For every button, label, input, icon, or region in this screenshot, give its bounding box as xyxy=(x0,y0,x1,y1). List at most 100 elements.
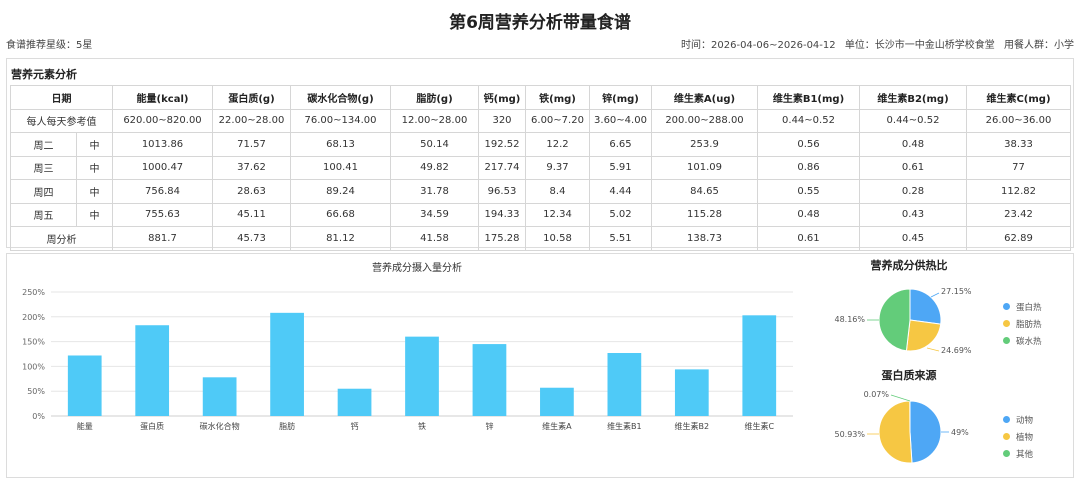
legend-label: 动物 xyxy=(1016,415,1034,426)
table-cell: 28.63 xyxy=(212,179,291,204)
table-row: 周四中 756.84 28.63 89.24 31.78 96.53 8.4 4.44 84.6… xyxy=(10,179,1071,204)
table-cell: 217.74 xyxy=(478,155,526,180)
meal-label: 中 xyxy=(76,202,113,227)
table-cell: 200.00~288.00 xyxy=(651,108,758,133)
table-cell: 89.24 xyxy=(290,179,391,204)
bar xyxy=(135,325,170,416)
y-tick-label: 150% xyxy=(22,338,45,347)
legend-item[interactable]: 蛋白热 xyxy=(1003,298,1042,315)
pie-value-label: 49% xyxy=(951,428,969,437)
table-cell: 0.48 xyxy=(859,132,967,157)
y-tick-label: 50% xyxy=(27,387,45,396)
table-cell: 96.53 xyxy=(478,179,526,204)
table-cell: 881.7 xyxy=(112,226,213,251)
bar xyxy=(270,312,304,416)
x-tick-label: 钙 xyxy=(351,421,359,431)
column-header: 维生素C(mg) xyxy=(966,85,1071,110)
table-cell: 50.14 xyxy=(390,132,479,157)
table-cell: 5.02 xyxy=(589,202,652,227)
legend-dot-icon xyxy=(1003,320,1010,327)
pie-legend-protein: 动物植物其他 xyxy=(1003,411,1033,462)
table-cell: 0.55 xyxy=(757,179,860,204)
bar xyxy=(540,387,574,416)
legend-item[interactable]: 脂肪热 xyxy=(1003,315,1042,332)
pie-value-label: 50.93% xyxy=(834,430,865,439)
bar xyxy=(405,336,439,416)
table-cell: 101.09 xyxy=(651,155,758,180)
legend-item[interactable]: 植物 xyxy=(1003,428,1033,445)
column-header: 维生素B2(mg) xyxy=(859,85,967,110)
table-cell: 81.12 xyxy=(290,226,391,251)
table-cell: 9.37 xyxy=(525,155,590,180)
table-cell: 5.91 xyxy=(589,155,652,180)
table-cell: 194.33 xyxy=(478,202,526,227)
table-cell: 0.43 xyxy=(859,202,967,227)
table-cell: 12.34 xyxy=(525,202,590,227)
table-cell: 12.2 xyxy=(525,132,590,157)
table-cell: 6.65 xyxy=(589,132,652,157)
table-cell: 45.11 xyxy=(212,202,291,227)
table-cell: 49.82 xyxy=(390,155,479,180)
table-cell: 138.73 xyxy=(651,226,758,251)
bar-chart: 0% 50% 100% 150% 200% 250% 能量 蛋白质 碳水化合物 脂肪 钙 铁 锌 维生素A… xyxy=(22,288,793,431)
row-label: 每人每天参考值 xyxy=(10,108,113,133)
row-label: 周分析 xyxy=(10,226,113,251)
pie-label-leader xyxy=(926,347,940,352)
table-cell: 62.89 xyxy=(966,226,1071,251)
bar xyxy=(202,377,237,416)
table-cell: 253.9 xyxy=(651,132,758,157)
table-cell: 84.65 xyxy=(651,179,758,204)
table-cell: 6.00~7.20 xyxy=(525,108,590,133)
table-cell: 26.00~36.00 xyxy=(966,108,1071,133)
row-label: 周三 xyxy=(10,155,77,180)
table-cell: 4.44 xyxy=(589,179,652,204)
table-cell: 12.00~28.00 xyxy=(390,108,479,133)
y-tick-label: 0% xyxy=(32,412,45,421)
table-cell: 755.63 xyxy=(112,202,213,227)
row-label: 周四 xyxy=(10,179,77,204)
table-cell: 112.82 xyxy=(966,179,1071,204)
pie-value-label: 27.15% xyxy=(941,287,972,296)
table-header-row: 日期 能量(kcal) 蛋白质(g) 碳水化合物(g) 脂肪(g) 钙(mg) 铁(mg) 锌… xyxy=(10,85,1071,110)
x-tick-label: 碳水化合物 xyxy=(200,421,240,431)
column-header: 锌(mg) xyxy=(589,85,652,110)
legend-dot-icon xyxy=(1003,450,1010,457)
bar xyxy=(337,388,372,416)
recipe-rating: 食谱推荐星级：5星 xyxy=(6,40,93,51)
legend-label: 蛋白热 xyxy=(1016,302,1042,313)
meta-unit: 单位：长沙市一中金山桥学校食堂 xyxy=(844,40,995,51)
table-cell: 175.28 xyxy=(478,226,526,251)
legend-dot-icon xyxy=(1003,433,1010,440)
table-cell: 115.28 xyxy=(651,202,758,227)
column-header: 碳水化合物(g) xyxy=(290,85,391,110)
legend-label: 其他 xyxy=(1016,449,1034,460)
x-tick-label: 维生素B1 xyxy=(607,421,642,431)
y-tick-label: 250% xyxy=(22,288,45,297)
legend-item[interactable]: 其他 xyxy=(1003,445,1033,462)
legend-item[interactable]: 碳水热 xyxy=(1003,332,1042,349)
legend-dot-icon xyxy=(1003,416,1010,423)
meal-label: 中 xyxy=(76,179,113,204)
legend-dot-icon xyxy=(1003,303,1010,310)
y-tick-label: 200% xyxy=(22,313,45,322)
table-cell: 1000.47 xyxy=(112,155,213,180)
pie-slice xyxy=(909,288,942,325)
column-header: 能量(kcal) xyxy=(112,85,213,110)
legend-item[interactable]: 动物 xyxy=(1003,411,1033,428)
table-cell: 41.58 xyxy=(390,226,479,251)
x-tick-label: 脂肪 xyxy=(279,421,295,431)
x-tick-label: 维生素A xyxy=(542,421,572,431)
table-cell: 0.28 xyxy=(859,179,967,204)
table-cell: 0.48 xyxy=(757,202,860,227)
table-cell: 31.78 xyxy=(390,179,479,204)
table-cell: 0.44~0.52 xyxy=(859,108,967,133)
x-tick-label: 蛋白质 xyxy=(140,421,164,431)
pie-chart-title-heat: 营养成分供热比 xyxy=(870,259,948,272)
table-cell: 3.60~4.00 xyxy=(589,108,652,133)
reference-row: 每人每天参考值 620.00~820.00 22.00~28.00 76.00~134… xyxy=(10,108,1071,133)
pie-legend-heat: 蛋白热脂肪热 碳水热 xyxy=(1003,298,1042,349)
table-cell: 1013.86 xyxy=(112,132,213,157)
table-cell: 22.00~28.00 xyxy=(212,108,291,133)
bar xyxy=(472,344,507,416)
bar xyxy=(67,355,102,416)
